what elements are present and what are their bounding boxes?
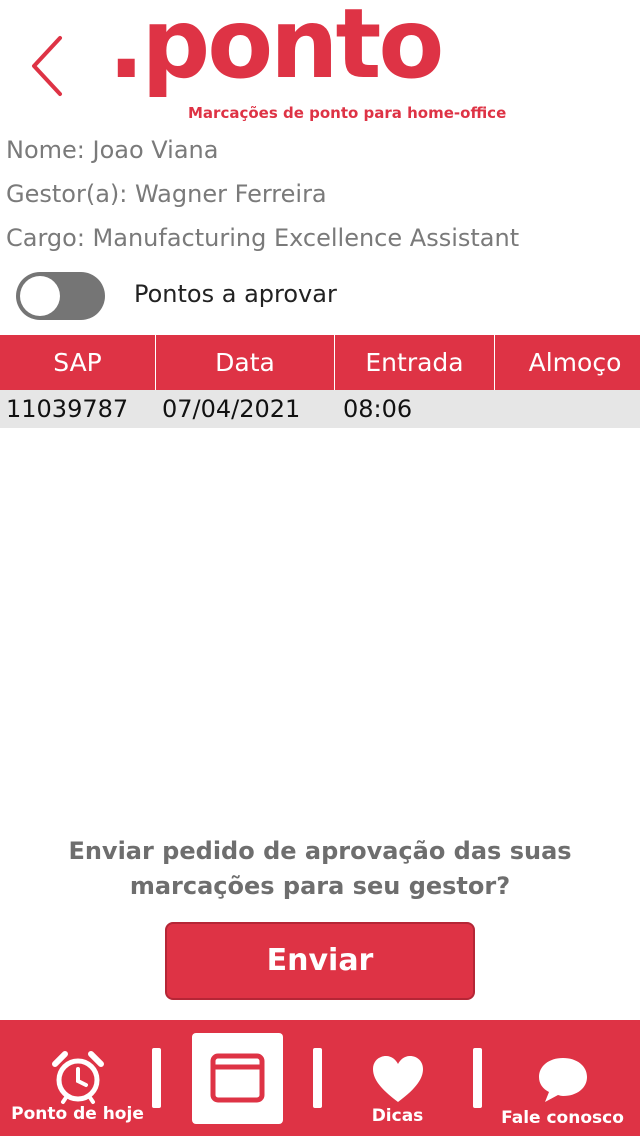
chat-bubble-icon (538, 1058, 587, 1102)
nav-label-fale-conosco: Fale conosco (501, 1108, 624, 1128)
bottom-nav: Ponto de hoje Dicas Fale conosco (0, 1020, 640, 1136)
toggle-knob (20, 276, 60, 316)
nav-item-active[interactable] (192, 1033, 283, 1124)
app-header: .ponto Marcações de ponto para home-offi… (0, 0, 640, 130)
nav-divider (473, 1048, 482, 1108)
alarm-clock-icon (51, 1051, 104, 1104)
approval-prompt-line1: Enviar pedido de aprovação das suas (68, 837, 572, 865)
approval-prompt-line2: marcações para seu gestor? (129, 872, 511, 900)
column-header-almoco[interactable]: Almoço (495, 335, 640, 390)
nav-label-ponto-de-hoje: Ponto de hoje (11, 1104, 144, 1124)
chevron-left-icon (32, 36, 62, 96)
send-button[interactable]: Enviar (165, 922, 475, 1000)
employee-role: Cargo: Manufacturing Excellence Assistan… (6, 224, 520, 252)
logo-wordmark: .ponto (108, 0, 444, 100)
nav-item-fale-conosco[interactable]: Fale conosco (485, 1020, 640, 1136)
heart-icon (372, 1056, 423, 1102)
pending-approval-toggle[interactable] (16, 272, 105, 320)
approval-prompt: Enviar pedido de aprovação das suas marc… (0, 834, 640, 904)
employee-name: Nome: Joao Viana (6, 136, 219, 164)
app-logo: .ponto Marcações de ponto para home-offi… (108, 0, 538, 130)
table-row[interactable]: 11039787 07/04/2021 08:06 (0, 390, 640, 428)
pending-approval-label: Pontos a aprovar (134, 280, 337, 308)
nav-divider (152, 1048, 161, 1108)
table-header: SAP Data Entrada Almoço (0, 335, 640, 390)
column-header-sap[interactable]: SAP (0, 335, 155, 390)
column-header-data[interactable]: Data (156, 335, 334, 390)
manager-name: Gestor(a): Wagner Ferreira (6, 180, 327, 208)
nav-item-dicas[interactable]: Dicas (330, 1020, 465, 1136)
nav-label-dicas: Dicas (371, 1106, 424, 1126)
nav-divider (313, 1048, 322, 1108)
cell-sap: 11039787 (6, 395, 129, 423)
logo-tagline: Marcações de ponto para home-office (188, 104, 507, 122)
cell-data: 07/04/2021 (162, 395, 301, 423)
column-header-entrada[interactable]: Entrada (335, 335, 494, 390)
nav-item-ponto-de-hoje[interactable]: Ponto de hoje (0, 1020, 155, 1136)
back-button[interactable] (22, 30, 72, 102)
cell-entrada: 08:06 (343, 395, 413, 423)
window-icon (210, 1053, 265, 1103)
